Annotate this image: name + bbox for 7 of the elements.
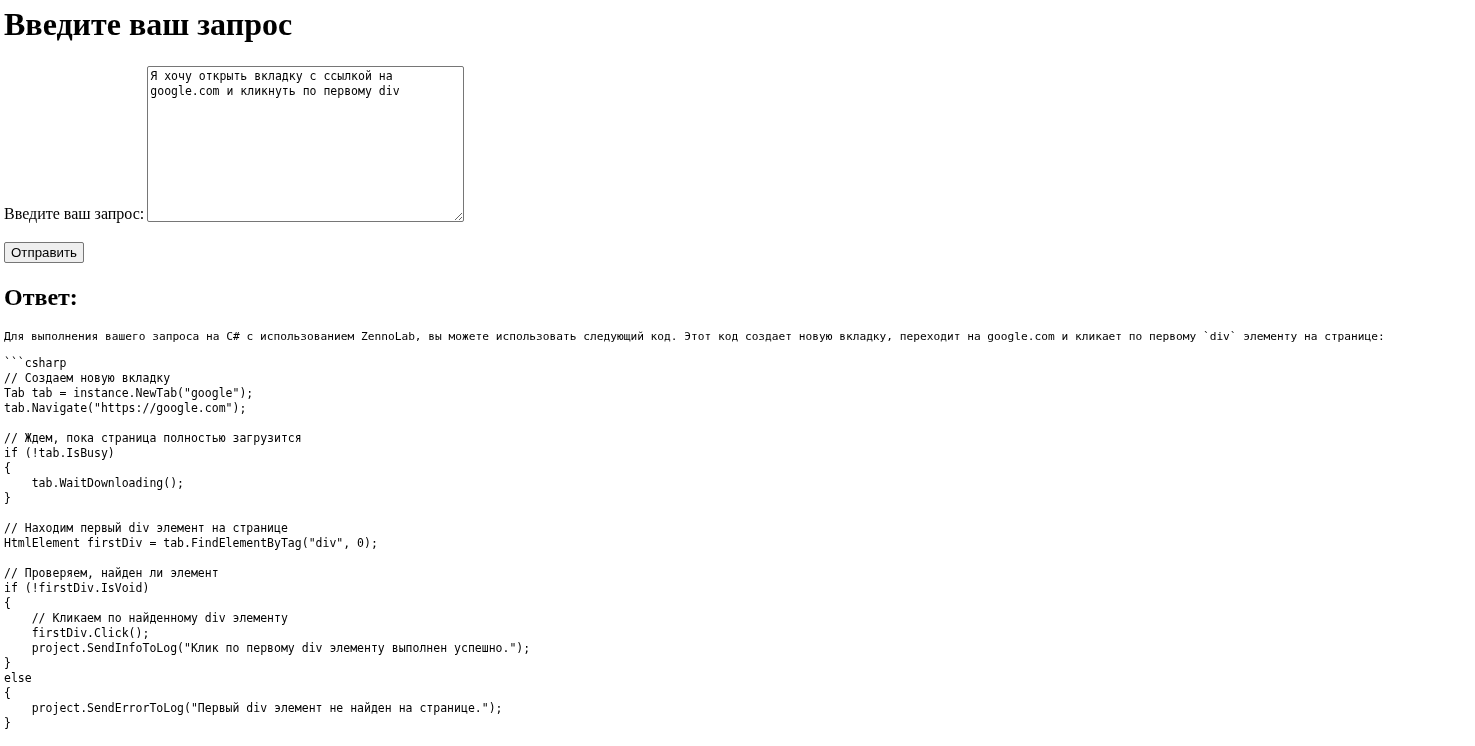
page-title: Введите ваш запрос xyxy=(4,6,294,43)
answer-heading: Ответ: xyxy=(4,283,79,311)
submit-button[interactable]: Отправить xyxy=(4,242,84,263)
answer-text: Для выполнения вашего запроса на C# с использованием ZennoLab, вы можете использовать следующий код. Этот код создает новую вкладку, переходит на google.com и кликает по первому `div` элементу на странице: xyxy=(4,329,1386,344)
query-label: Введите ваш запрос: xyxy=(4,206,145,222)
query-input[interactable]: Я хочу открыть вкладку с ссылкой на google.com и кликнуть по первому div xyxy=(147,66,465,222)
code-text: ```csharp // Создаем новую вкладку Tab tab = instance.NewTab("google"); tab.Navigate("https://google.com"); // Ждем, пока страница полностью загрузится if (!tab.IsBusy) { tab.WaitDownloading(); } // Находим первый div элемент на странице HtmlElement firstDiv = tab.FindElementByTag("div", 0); // Проверяем, найден ли элемент if (!firstDiv.IsVoid) { // Кликаем по найденному div элементу firstDiv.Click(); project.SendInfoToLog("Клик по первому div элементу выполнен успешно."); } else { project.SendErrorToLog("Первый div элемент не найден на странице."); } xyxy=(4,356,532,731)
